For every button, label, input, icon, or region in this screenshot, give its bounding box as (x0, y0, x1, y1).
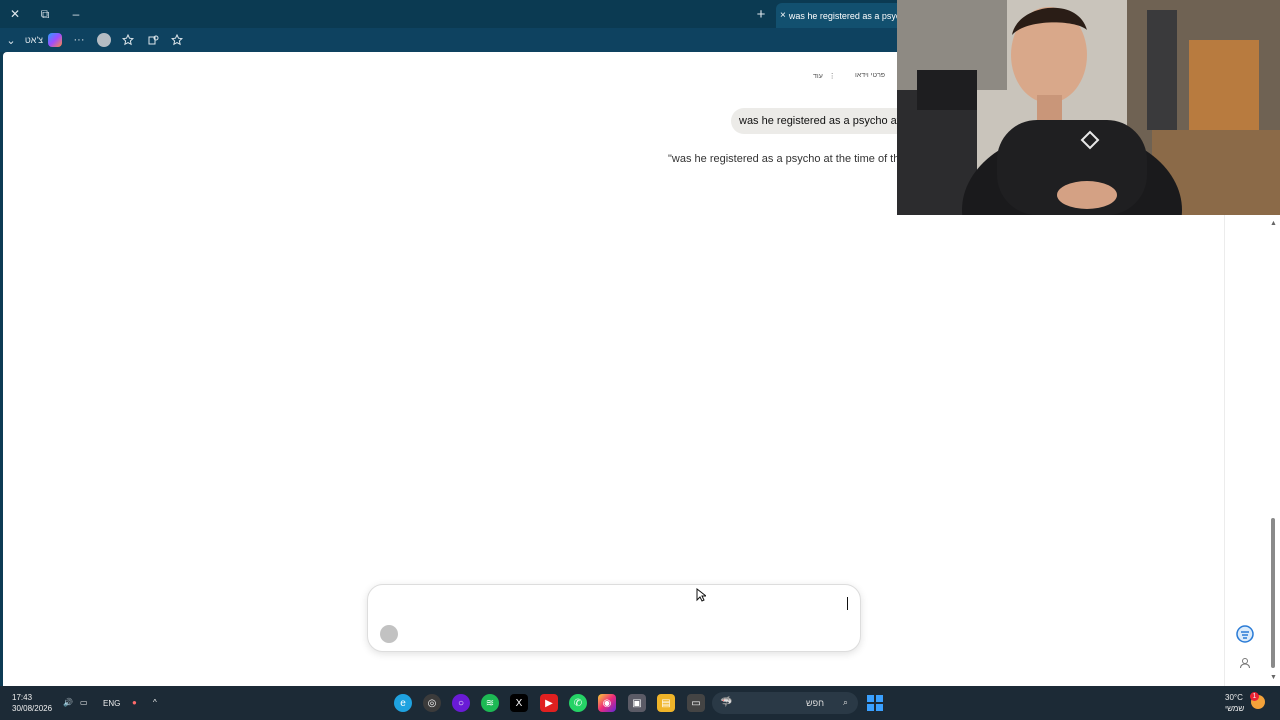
microphone-icon[interactable]: ● (132, 698, 137, 708)
file-explorer-icon[interactable]: ▤ (657, 694, 675, 712)
copilot-icon[interactable] (47, 31, 63, 49)
message-composer[interactable] (367, 584, 861, 652)
side-panel-divider (1224, 212, 1225, 686)
kebab-icon: ⋮ (828, 73, 836, 80)
search-label: חפש (806, 698, 824, 708)
nav-more-link[interactable]: עוד ⋮ (813, 72, 836, 80)
weather-temp[interactable]: 30°C (1225, 693, 1243, 703)
language-indicator[interactable]: ENG (103, 699, 120, 709)
webcam-scene (897, 0, 1280, 215)
window-minimize-button[interactable]: – (65, 4, 87, 24)
person-icon (1240, 658, 1250, 669)
account-side-button[interactable] (1234, 652, 1256, 674)
copilot-side-button[interactable] (1234, 623, 1256, 645)
mouse-pointer-icon (696, 587, 708, 605)
edge-icon[interactable]: e (394, 694, 412, 712)
scroll-down-icon[interactable]: ▼ (1270, 674, 1277, 681)
extensions-icon[interactable] (144, 31, 162, 49)
assistant-reply: "was he registered as a psycho at the ti… (668, 153, 906, 165)
taskbar: 17:43 30/08/2026 🔊 ▭ ENG ● ^ e ◎ ○ ≋ X ▶… (0, 686, 1280, 720)
nav-more-label: עוד (813, 73, 823, 80)
obs-icon[interactable]: ◎ (423, 694, 441, 712)
store-icon[interactable]: ▣ (628, 694, 646, 712)
favorites-icon[interactable] (119, 31, 137, 49)
taskview-icon[interactable]: ▭ (687, 694, 705, 712)
user-message-bubble: was he registered as a psycho at (731, 108, 911, 134)
tab-title: was he registered as a psycho (788, 10, 906, 21)
tab-close-icon[interactable]: × (780, 10, 786, 21)
search-icon: ⌕ (842, 697, 848, 707)
active-tab[interactable]: × was he registered as a psycho (776, 3, 906, 28)
window-close-button[interactable]: ✕ (4, 4, 26, 24)
avatar (97, 33, 111, 47)
network-icon[interactable]: ▭ (80, 698, 88, 708)
plus-icon: + (756, 5, 766, 23)
whatsapp-icon[interactable]: ✆ (569, 694, 587, 712)
copilot-logo (48, 33, 62, 47)
windows-start-icon[interactable] (866, 694, 884, 712)
nav-video-details[interactable]: פרטי וידאו (855, 72, 885, 79)
window-restore-button[interactable]: ⧉ (34, 4, 56, 24)
add-favorite-icon[interactable] (168, 31, 186, 49)
shark-icon: 🦈 (720, 697, 733, 708)
scroll-thumb[interactable] (1271, 518, 1275, 668)
more-options-icon[interactable]: ··· (70, 31, 88, 49)
text-caret (847, 597, 848, 610)
webcam-overlay (897, 0, 1280, 215)
youtube-icon[interactable]: ▶ (540, 694, 558, 712)
spotify-icon[interactable]: ≋ (481, 694, 499, 712)
clock-date[interactable]: 30/08/2026 (12, 704, 52, 714)
notification-badge: 1 (1250, 692, 1259, 701)
weather-desc[interactable]: שמשי (1225, 704, 1244, 714)
attach-button[interactable] (380, 625, 398, 643)
circle-app-icon[interactable]: ○ (452, 694, 470, 712)
close-icon: ✕ (9, 7, 21, 21)
x-icon[interactable]: X (510, 694, 528, 712)
dropdown-chevron-icon[interactable]: ⌄ (5, 31, 17, 49)
instagram-icon[interactable]: ◉ (598, 694, 616, 712)
copilot-side-icon (1236, 625, 1254, 643)
new-tab-button[interactable]: + (752, 4, 770, 24)
scroll-up-icon[interactable]: ▲ (1270, 220, 1277, 227)
restore-icon: ⧉ (40, 6, 50, 21)
tray-overflow-icon[interactable]: ^ (153, 698, 157, 708)
clock-time[interactable]: 17:43 (12, 693, 32, 703)
taskbar-search[interactable]: 🦈 חפש ⌕ (712, 692, 858, 714)
minimize-icon: – (72, 7, 80, 21)
profile-button[interactable] (95, 31, 113, 49)
speaker-icon[interactable]: 🔊 (63, 698, 73, 708)
chat-label[interactable]: צ'אט (22, 31, 46, 49)
